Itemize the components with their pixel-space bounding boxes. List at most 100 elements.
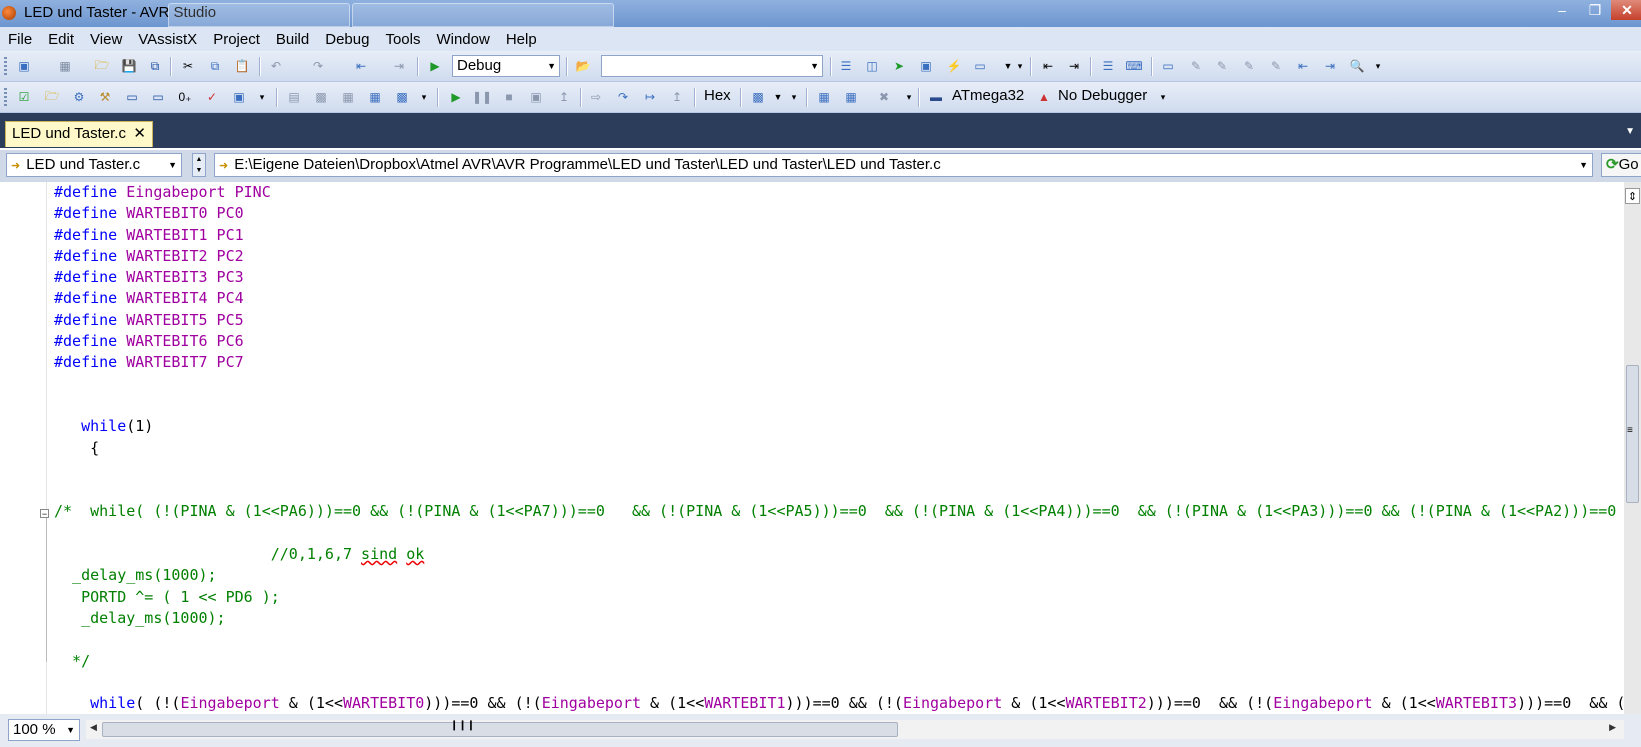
increase-indent-icon[interactable]: ⇥ [1066,58,1082,74]
code-line[interactable]: _delay_ms(1000); [54,608,1624,629]
toolbar-overflow-icon[interactable]: ▾ [1012,58,1028,74]
tab-close-icon[interactable]: ✕ [133,122,146,146]
toolbar-overflow-icon[interactable]: ▾ [901,89,917,105]
undo-icon[interactable]: ↶ [268,58,284,74]
hex-toggle-button[interactable]: Hex [704,87,731,104]
code-line[interactable]: #define WARTEBIT7 PC7 [54,352,1624,373]
bookmark-previous-folder-icon[interactable]: ✎ [1241,58,1257,74]
save-icon[interactable]: 💾 [121,58,137,74]
command-window-icon[interactable]: ▭ [972,58,988,74]
chip-icon[interactable]: ▦ [843,89,859,105]
code-line[interactable]: #define WARTEBIT3 PC3 [54,267,1624,288]
tab-list-dropdown-icon[interactable]: ▼ [1625,126,1635,137]
toolbar-overflow-icon[interactable]: ▾ [416,89,432,105]
code-line[interactable]: PORTD ^= ( 1 << PD6 ); [54,587,1624,608]
go-button[interactable]: ⟳Go [1601,153,1641,177]
navigate-backward-icon[interactable]: ⇤ [353,58,369,74]
code-line[interactable]: #define WARTEBIT2 PC2 [54,246,1624,267]
navigate-forward-icon[interactable]: ⇥ [391,58,407,74]
code-line[interactable]: _delay_ms(1000); [54,565,1624,586]
zoom-select[interactable]: 100 % ▼ [8,719,80,741]
scroll-right-icon[interactable]: ▶ [1609,722,1616,733]
add-item-icon[interactable]: ▦ [57,58,73,74]
memory-view-icon[interactable]: ▭ [150,89,166,105]
code-line[interactable]: while( (!(Eingabeport & (1<<WARTEBIT0)))… [54,693,1624,714]
solution-explorer-icon[interactable]: ☰ [838,58,854,74]
code-line[interactable]: /* while( (!(PINA & (1<<PA6)))==0 && (!(… [54,501,1624,522]
start-page-icon[interactable]: ⚡ [946,58,962,74]
bookmark-previous-icon[interactable]: ✎ [1188,58,1204,74]
minimize-button[interactable]: – [1547,0,1577,20]
code-line[interactable]: #define WARTEBIT6 PC6 [54,331,1624,352]
dock-window-icon[interactable]: ▣ [231,89,247,105]
continue-icon[interactable]: ▶ [448,89,464,105]
code-line[interactable] [54,672,1624,693]
code-text[interactable]: #define Eingabeport PINC #define WARTEBIT… [54,182,1624,714]
step-out-of-icon[interactable]: ↥ [669,89,685,105]
breakpoints-window-icon[interactable]: ▩ [750,89,766,105]
view-memory-icon[interactable]: ▦ [340,89,356,105]
code-line[interactable] [54,480,1624,501]
pause-icon[interactable]: ❚❚ [472,89,492,105]
horizontal-scroll-thumb[interactable] [102,722,898,737]
toolbar-grip[interactable] [4,88,7,106]
bookmark-next-icon[interactable]: ✎ [1214,58,1230,74]
properties-icon[interactable]: ◫ [864,58,880,74]
code-line[interactable]: #define WARTEBIT4 PC4 [54,288,1624,309]
bookmark-previous-document-icon[interactable]: ⇤ [1295,58,1311,74]
view-registers-icon[interactable]: ▩ [313,89,329,105]
menu-project[interactable]: Project [205,31,268,48]
menu-build[interactable]: Build [268,31,317,48]
bookmark-next-document-icon[interactable]: ⇥ [1322,58,1338,74]
cut-icon[interactable]: ✂ [180,58,196,74]
clear-bookmarks-icon[interactable]: 🔍 [1349,58,1365,74]
device-selector-button[interactable]: ATmega32 [952,87,1024,104]
toolbar-overflow-icon[interactable]: ▾ [1155,89,1171,105]
io-view-icon[interactable]: ▭ [124,89,140,105]
code-line[interactable] [54,523,1624,544]
collapse-region-icon[interactable]: − [40,509,49,519]
disconnect-icon[interactable]: ✖ [876,89,892,105]
code-line[interactable]: while(1) [54,416,1624,437]
solution-configuration-select[interactable]: Debug ▼ [452,55,560,77]
step-out-icon[interactable]: ↥ [556,89,572,105]
code-editor[interactable]: − #define Eingabeport PINC #define WARTEB… [0,182,1624,714]
editor-margin[interactable] [0,182,44,714]
save-all-icon[interactable]: ⧉ [147,58,163,74]
code-line[interactable] [54,459,1624,480]
view-code-icon[interactable]: ▤ [286,89,302,105]
code-line[interactable]: #define WARTEBIT1 PC1 [54,225,1624,246]
menu-view[interactable]: View [82,31,130,48]
code-line[interactable] [54,629,1624,650]
decrease-indent-icon[interactable]: ⇤ [1040,58,1056,74]
device-pinout-icon[interactable]: ▦ [816,89,832,105]
menu-debug[interactable]: Debug [317,31,377,48]
object-browser-icon[interactable]: ➤ [891,58,907,74]
step-into-icon[interactable]: ↷ [615,89,631,105]
close-window-button[interactable]: ✕ [1611,0,1641,20]
file-spinner[interactable]: ▲ ▼ [192,153,206,177]
code-line[interactable] [54,374,1624,395]
split-window-icon[interactable]: ⇕ [1625,188,1640,204]
new-project-icon[interactable]: ▣ [16,58,32,74]
toolbar-overflow-icon[interactable]: ▾ [254,89,270,105]
tab-led-und-taster-c[interactable]: LED und Taster.c ✕ [5,121,153,147]
view-disassembly-icon[interactable]: ▦ [367,89,383,105]
menu-help[interactable]: Help [498,31,545,48]
code-line[interactable]: */ [54,651,1624,672]
zero-icon[interactable]: 0₊ [177,89,193,105]
reset-icon[interactable]: ▣ [528,89,544,105]
maximize-button[interactable]: ❐ [1580,0,1610,20]
code-line[interactable]: #define Eingabeport PINC [54,182,1624,203]
code-line[interactable]: #define WARTEBIT5 PC5 [54,310,1624,331]
bookmark-toggle-icon[interactable]: ▭ [1160,58,1176,74]
toolbox-icon[interactable]: ▣ [918,58,934,74]
file-select[interactable]: ➜ LED und Taster.c ▼ [6,153,182,177]
paste-icon[interactable]: 📋 [234,58,250,74]
chevron-down-icon[interactable]: ▼ [770,89,786,105]
path-select[interactable]: ➜ E:\Eigene Dateien\Dropbox\Atmel AVR\AVR… [214,153,1593,177]
toolbar-overflow-icon[interactable]: ▾ [786,89,802,105]
show-next-statement-icon[interactable]: ⇨ [588,89,604,105]
start-debugging-icon[interactable]: ▶ [427,58,443,74]
find-combo[interactable]: ▼ [601,55,823,77]
